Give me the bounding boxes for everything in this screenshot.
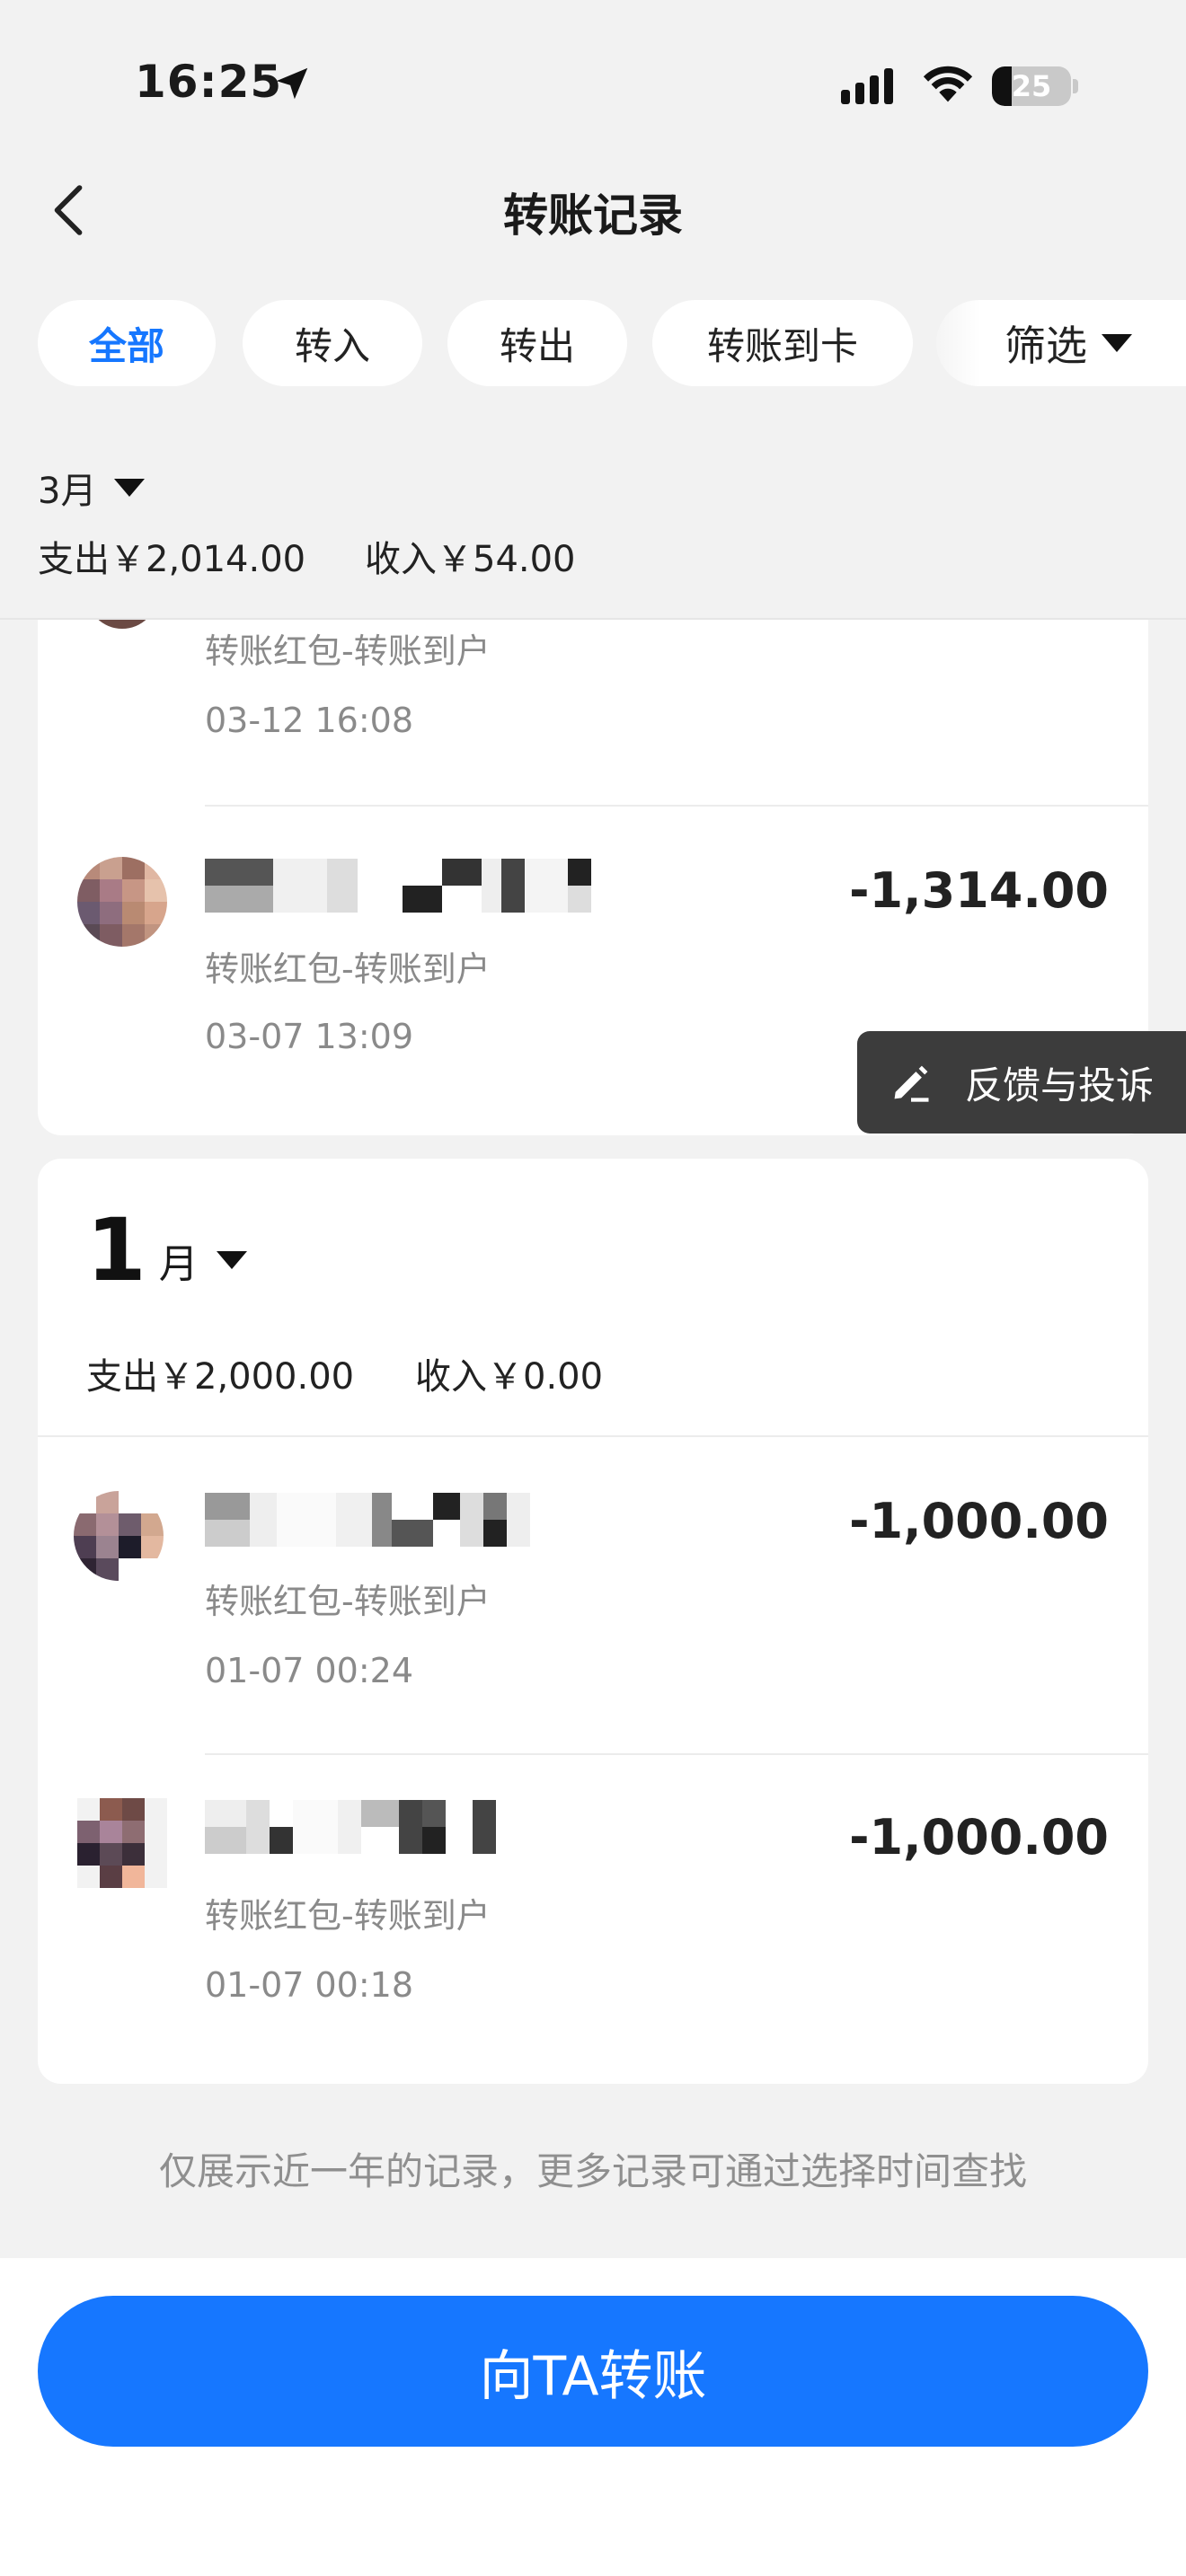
avatar: [77, 857, 167, 947]
location-arrow-icon: [276, 67, 308, 100]
record-type: 转账红包-转账到户: [205, 949, 491, 989]
record-time: 03-07 13:09: [205, 1017, 414, 1056]
month-expense: 支出￥2,000.00: [86, 1356, 355, 1398]
record-time: 03-12 16:08: [205, 701, 414, 740]
filter-caret-icon: [1102, 334, 1132, 352]
redacted-name: [205, 859, 600, 913]
month-label: 3月: [38, 471, 97, 512]
month-selector[interactable]: 3月: [38, 462, 146, 514]
feedback-label: 反馈与投诉: [965, 1063, 1155, 1107]
battery-indicator: 25: [992, 66, 1071, 106]
filter-label: 筛选: [1005, 322, 1087, 370]
filter-chip-all[interactable]: 全部: [38, 300, 216, 386]
caret-down-icon: [114, 479, 146, 497]
redacted-name: [205, 1493, 600, 1547]
record-amount: -1,000.00: [849, 1809, 1109, 1866]
month-expense: 支出￥2,014.00: [38, 539, 306, 580]
filter-chip-outgoing[interactable]: 转出: [447, 300, 627, 386]
month-unit: 月: [158, 1241, 199, 1287]
filter-chip-to-card[interactable]: 转账到卡: [652, 300, 913, 386]
avatar: [77, 1798, 167, 1888]
filter-button[interactable]: 筛选: [936, 300, 1186, 386]
caret-down-icon: [216, 1251, 247, 1269]
record-time: 01-07 00:24: [205, 1651, 414, 1690]
transfer-to-user-button[interactable]: 向TA转账: [38, 2296, 1148, 2447]
battery-cap: [1073, 79, 1078, 93]
month-selector[interactable]: 1 月: [86, 1200, 247, 1301]
month-income: 收入￥0.00: [415, 1356, 604, 1398]
month-header-sticky: [0, 431, 1186, 620]
cellular-signal-icon: [841, 68, 893, 104]
record-time: 01-07 00:18: [205, 1965, 414, 2005]
month-number: 1: [86, 1200, 146, 1301]
record-type: 转账红包-转账到户: [205, 631, 491, 671]
redacted-name: [205, 1800, 600, 1854]
history-range-note: 仅展示近一年的记录，更多记录可通过选择时间查找: [158, 2149, 1027, 2193]
status-time: 16:25: [135, 56, 283, 108]
record-type: 转账红包-转账到户: [205, 1582, 491, 1621]
record-type: 转账红包-转账到户: [205, 1896, 491, 1936]
row-divider: [205, 1753, 1148, 1755]
edit-pencil-icon: [894, 1065, 929, 1102]
row-divider: [205, 805, 1148, 807]
page-title: 转账记录: [503, 190, 683, 242]
battery-percent: 25: [1011, 69, 1052, 103]
wifi-icon: [923, 66, 973, 102]
record-amount: -1,000.00: [849, 1493, 1109, 1549]
record-amount: -1,314.00: [849, 862, 1109, 919]
month-income: 收入￥54.00: [365, 539, 576, 580]
avatar: [74, 1491, 164, 1581]
row-divider: [38, 1435, 1148, 1437]
feedback-button[interactable]: 反馈与投诉: [857, 1031, 1186, 1134]
filter-chip-incoming[interactable]: 转入: [243, 300, 422, 386]
